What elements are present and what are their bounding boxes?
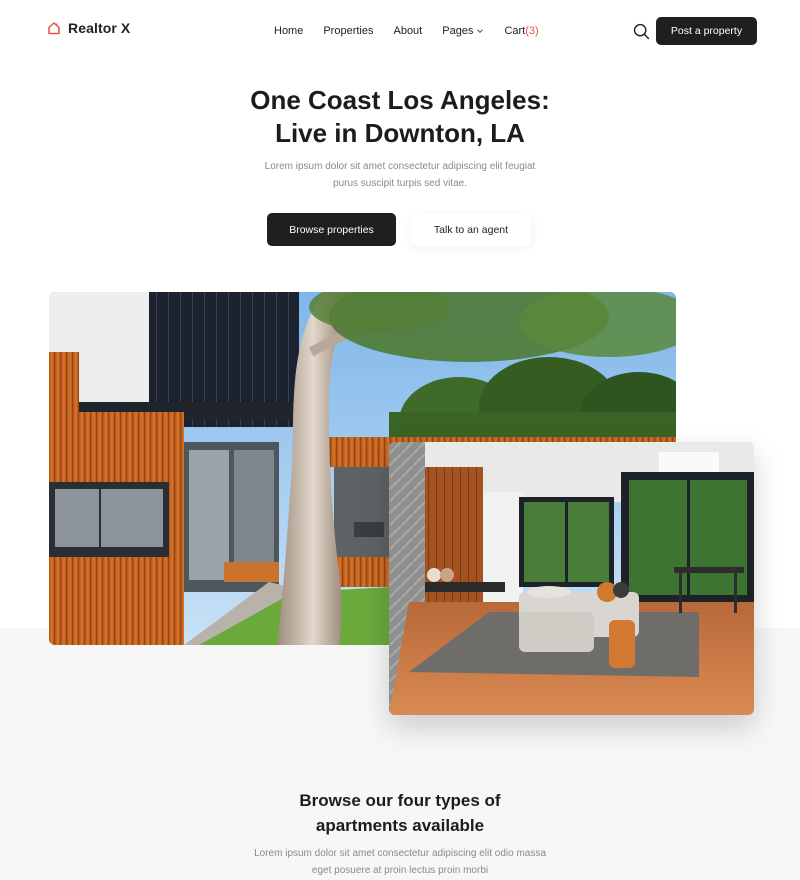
post-property-button[interactable]: Post a property — [656, 17, 757, 45]
nav-properties[interactable]: Properties — [323, 25, 373, 37]
apartment-types-title: Browse our four types of apartments avai… — [200, 788, 600, 838]
nav-pages[interactable]: Pages — [442, 25, 484, 37]
hero-subtitle-line-1: Lorem ipsum dolor sit amet consectetur a… — [264, 161, 536, 172]
nav-cart[interactable]: Cart (3) — [504, 25, 538, 37]
nav-about[interactable]: About — [393, 25, 422, 37]
hero-title-line-2: Live in Downton, LA — [275, 118, 525, 148]
search-icon[interactable] — [633, 23, 650, 40]
hero-title-line-1: One Coast Los Angeles: — [250, 85, 550, 115]
section-title-line-1: Browse our four types of — [299, 791, 501, 810]
cart-count-badge: (3) — [525, 25, 539, 37]
section-subtitle-line-1: Lorem ipsum dolor sit amet consectetur a… — [254, 848, 546, 859]
hero-title: One Coast Los Angeles: Live in Downton, … — [150, 84, 650, 150]
site-header: Realtor X Home Properties About Pages Ca… — [0, 0, 800, 62]
talk-to-agent-button[interactable]: Talk to an agent — [411, 213, 531, 246]
nav-home[interactable]: Home — [274, 25, 303, 37]
browse-properties-button[interactable]: Browse properties — [267, 213, 396, 246]
chevron-down-icon — [477, 29, 484, 34]
main-nav: Home Properties About Pages Cart (3) — [274, 25, 539, 37]
hero-subtitle-line-2: purus suscipit turpis sed vitae. — [333, 178, 467, 189]
apartment-types-subtitle: Lorem ipsum dolor sit amet consectetur a… — [240, 845, 560, 879]
hero-subtitle: Lorem ipsum dolor sit amet consectetur a… — [250, 158, 550, 192]
brand-logo[interactable]: Realtor X — [47, 20, 130, 36]
nav-cart-label: Cart — [504, 25, 526, 37]
section-title-line-2: apartments available — [315, 816, 485, 835]
living-room-image — [389, 442, 754, 715]
house-outline-icon — [48, 22, 60, 35]
section-subtitle-line-2: eget posuere at proin lectus proin morbi — [311, 865, 489, 876]
nav-pages-label: Pages — [442, 25, 474, 37]
brand-name: Realtor X — [68, 20, 131, 36]
